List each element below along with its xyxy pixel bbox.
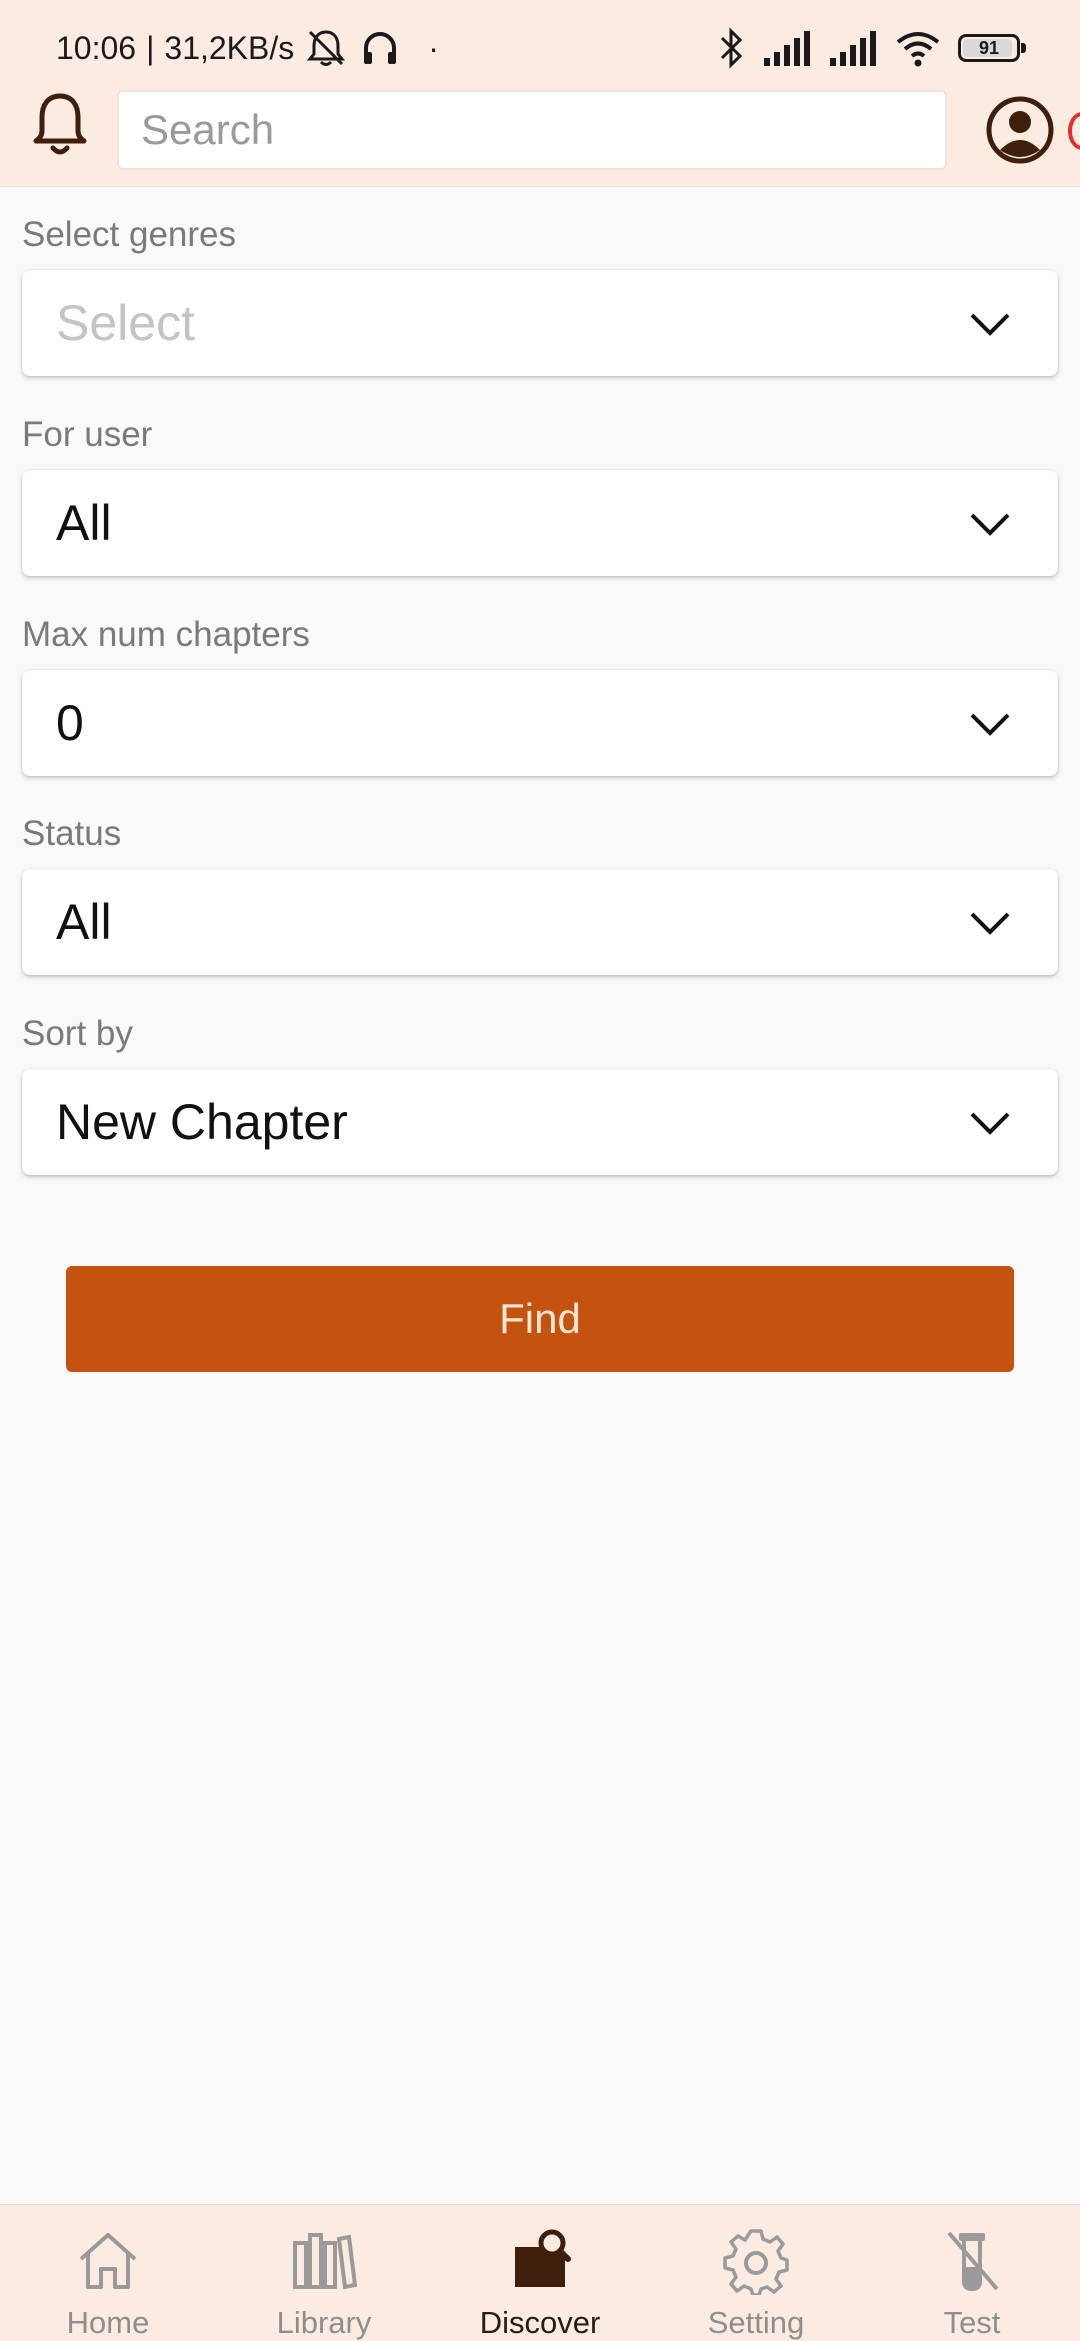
status-select[interactable]: All: [22, 869, 1058, 975]
for-user-select[interactable]: All: [22, 470, 1058, 576]
nav-item-discover[interactable]: Discover: [432, 2205, 648, 2341]
nav-label-setting: Setting: [707, 2305, 805, 2340]
signal-icon: [764, 31, 810, 66]
test-tube-icon: [947, 2231, 999, 2292]
library-icon: [293, 2233, 358, 2290]
gear-icon: [723, 2229, 789, 2295]
nav-item-library[interactable]: Library: [216, 2205, 432, 2341]
nav-item-setting[interactable]: Setting: [648, 2205, 864, 2341]
status-bar: 10:06 | 31,2KB/s · 91: [0, 0, 1080, 90]
search-field[interactable]: [117, 90, 947, 170]
status-left: 10:06 | 31,2KB/s ·: [56, 24, 439, 72]
chevron-down-icon: [970, 713, 1010, 736]
sort-by-label: Sort by: [22, 1014, 133, 1053]
chevron-down-icon: [970, 513, 1010, 536]
sort-by-value: New Chapter: [56, 1094, 348, 1150]
max-chapters-select[interactable]: 0: [22, 670, 1058, 776]
for-user-value: All: [56, 495, 112, 551]
genres-value: Select: [56, 295, 195, 351]
discover-icon: [515, 2229, 571, 2287]
status-separator: |: [146, 29, 155, 66]
search-input[interactable]: [139, 105, 945, 155]
find-button[interactable]: Find: [66, 1266, 1014, 1372]
status-time: 10:06: [56, 29, 137, 66]
nav-label-discover: Discover: [479, 2305, 601, 2340]
bluetooth-icon: [720, 27, 743, 69]
nav-label-test: Test: [943, 2305, 1001, 2340]
chevron-down-icon: [970, 912, 1010, 935]
signal-icon: [830, 31, 876, 66]
wifi-icon: [896, 32, 940, 67]
sort-by-select[interactable]: New Chapter: [22, 1069, 1058, 1175]
alarm-off-icon: [307, 30, 346, 66]
nav-label-library: Library: [276, 2305, 372, 2340]
bottom-nav: Home Library Discover Setting Test: [0, 2204, 1080, 2341]
notification-indicator: [1068, 112, 1080, 150]
genres-select[interactable]: Select: [22, 270, 1058, 376]
status-value: All: [56, 894, 112, 950]
chevron-down-icon: [970, 1112, 1010, 1135]
genres-label: Select genres: [22, 215, 237, 254]
home-icon: [79, 2233, 137, 2289]
headphones-icon: [364, 32, 397, 64]
nav-item-home[interactable]: Home: [0, 2205, 216, 2341]
battery-icon: 91: [958, 34, 1026, 62]
max-chapters-label: Max num chapters: [22, 615, 310, 654]
account-circle-icon[interactable]: [984, 94, 1056, 166]
nav-label-home: Home: [66, 2305, 150, 2340]
bell-icon[interactable]: [28, 90, 92, 162]
nav-item-test[interactable]: Test: [864, 2205, 1080, 2341]
for-user-label: For user: [22, 415, 153, 454]
max-chapters-value: 0: [56, 695, 84, 751]
status-right: 91: [716, 24, 1026, 72]
status-label: Status: [22, 814, 122, 853]
chevron-down-icon: [970, 313, 1010, 336]
status-dot: ·: [428, 29, 439, 66]
app-bar: [0, 90, 1080, 187]
network-speed: 31,2KB/s: [164, 29, 295, 66]
battery-level: 91: [978, 37, 1000, 58]
